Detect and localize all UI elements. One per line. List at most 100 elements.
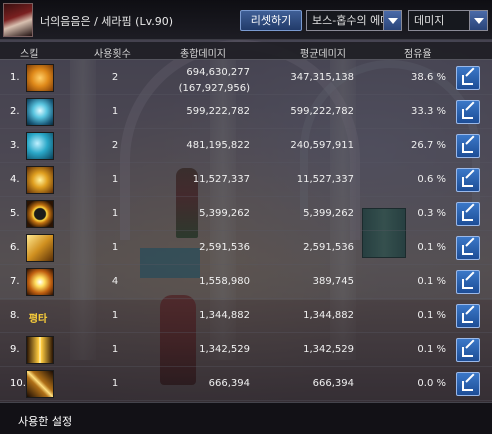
average-damage: 347,315,138: [290, 72, 354, 83]
chevron-down-icon[interactable]: [469, 11, 487, 30]
share-export-button[interactable]: [456, 372, 480, 396]
total-damage: 694,630,277: [186, 67, 250, 78]
chevron-down-icon[interactable]: [383, 11, 401, 30]
metric-filter-dropdown[interactable]: 데미지: [408, 10, 488, 31]
table-row: 4. 1 11,527,337 11,527,337 0.6 %: [0, 163, 492, 197]
total-damage: 1,558,980: [199, 276, 250, 287]
row-index: 4.: [10, 174, 20, 185]
table-row: 2. 1 599,222,782 599,222,782 33.3 %: [0, 95, 492, 129]
total-damage: 5,399,262: [199, 208, 250, 219]
share-export-button[interactable]: [456, 202, 480, 226]
row-index: 6.: [10, 242, 20, 253]
light-burst-skill-icon: [26, 268, 54, 296]
share-export-button[interactable]: [456, 338, 480, 362]
damage-share: 26.7 %: [411, 140, 446, 151]
total-damage: 599,222,782: [186, 106, 250, 117]
share-export-button[interactable]: [456, 134, 480, 158]
gold-rune-skill-icon: [26, 234, 54, 262]
table-row: 6. 1 2,591,536 2,591,536 0.1 %: [0, 231, 492, 265]
use-count: 1: [111, 208, 119, 219]
orange-sigil-skill-icon: [26, 64, 54, 92]
average-damage: 240,597,911: [290, 140, 354, 151]
reset-button[interactable]: 리셋하기: [240, 10, 302, 31]
average-damage: 5,399,262: [303, 208, 354, 219]
share-icon: [462, 279, 473, 289]
share-icon: [462, 143, 473, 153]
damage-share: 0.0 %: [417, 378, 446, 389]
damage-share: 33.3 %: [411, 106, 446, 117]
table-row: 5. 1 5,399,262 5,399,262 0.3 %: [0, 197, 492, 231]
total-damage: 481,195,822: [186, 140, 250, 151]
damage-share: 38.6 %: [411, 72, 446, 83]
use-count: 4: [111, 276, 119, 287]
boss-filter-value: 보스-홉수의 에다: [312, 14, 386, 27]
light-pillar-skill-icon: [26, 336, 54, 364]
share-icon: [462, 177, 473, 187]
average-damage: 1,342,529: [303, 344, 354, 355]
damage-share: 0.6 %: [417, 174, 446, 185]
row-index: 7.: [10, 276, 20, 287]
share-icon: [462, 211, 473, 221]
use-count: 1: [111, 106, 119, 117]
window-header: 너의음음은 / 세라핌 (Lv.90) 리셋하기 보스-홉수의 에다 데미지: [0, 0, 492, 40]
share-export-button[interactable]: [456, 304, 480, 328]
use-count: 2: [111, 72, 119, 83]
total-damage: 2,591,536: [199, 242, 250, 253]
use-count: 1: [111, 344, 119, 355]
total-damage: 11,527,337: [192, 174, 250, 185]
share-export-button[interactable]: [456, 236, 480, 260]
damage-share: 0.3 %: [417, 208, 446, 219]
window-footer: 사용한 설정: [0, 402, 492, 434]
share-icon: [462, 245, 473, 255]
share-export-button[interactable]: [456, 270, 480, 294]
column-header-total: 총합데미지: [180, 49, 226, 60]
total-damage: 666,394: [208, 378, 250, 389]
total-damage: 1,342,529: [199, 344, 250, 355]
table-row: 1. 2 694,630,277 (167,927,956) 347,315,1…: [0, 61, 492, 95]
column-header-count: 사용횟수: [94, 49, 131, 60]
row-index: 1.: [10, 72, 20, 83]
column-header-skill: 스킬: [20, 49, 39, 60]
column-header-average: 평균데미지: [300, 49, 346, 60]
use-count: 2: [111, 140, 119, 151]
use-count: 1: [111, 174, 119, 185]
table-row: 10. 1 666,394 666,394 0.0 %: [0, 367, 492, 401]
share-export-button[interactable]: [456, 66, 480, 90]
table-row: 8. 평타 1 1,344,882 1,344,882 0.1 %: [0, 299, 492, 333]
row-index: 5.: [10, 208, 20, 219]
column-header-share: 점유율: [404, 49, 432, 60]
table-row: 9. 1 1,342,529 1,342,529 0.1 %: [0, 333, 492, 367]
average-damage: 2,591,536: [303, 242, 354, 253]
share-icon: [462, 381, 473, 391]
table-row: 3. 2 481,195,822 240,597,911 26.7 %: [0, 129, 492, 163]
damage-share: 0.1 %: [417, 242, 446, 253]
row-index: 3.: [10, 140, 20, 151]
damage-share: 0.1 %: [417, 310, 446, 321]
blue-pillars-skill-icon: [26, 98, 54, 126]
used-settings-toggle[interactable]: 사용한 설정: [18, 413, 72, 429]
boss-filter-dropdown[interactable]: 보스-홉수의 에다: [306, 10, 402, 31]
share-export-button[interactable]: [456, 100, 480, 124]
character-avatar: [3, 3, 33, 37]
table-row: 7. 4 1,558,980 389,745 0.1 %: [0, 265, 492, 299]
share-icon: [462, 347, 473, 357]
share-icon: [462, 313, 473, 323]
basic-attack-label: 평타: [28, 314, 48, 325]
total-damage: 1,344,882: [199, 310, 250, 321]
average-damage: 389,745: [312, 276, 354, 287]
holy-blade-skill-icon: [26, 370, 54, 398]
damage-share: 0.1 %: [417, 344, 446, 355]
skill-table: 1. 2 694,630,277 (167,927,956) 347,315,1…: [0, 61, 492, 401]
metric-filter-value: 데미지: [414, 14, 445, 27]
row-index: 9.: [10, 344, 20, 355]
character-title: 너의음음은 / 세라핌 (Lv.90): [40, 15, 174, 28]
use-count: 1: [111, 242, 119, 253]
average-damage: 1,344,882: [303, 310, 354, 321]
use-count: 1: [111, 378, 119, 389]
use-count: 1: [111, 310, 119, 321]
share-export-button[interactable]: [456, 168, 480, 192]
total-damage-sub: (167,927,956): [178, 83, 250, 94]
row-index: 2.: [10, 106, 20, 117]
row-index: 10.: [10, 378, 26, 389]
cyan-swirl-skill-icon: [26, 132, 54, 160]
